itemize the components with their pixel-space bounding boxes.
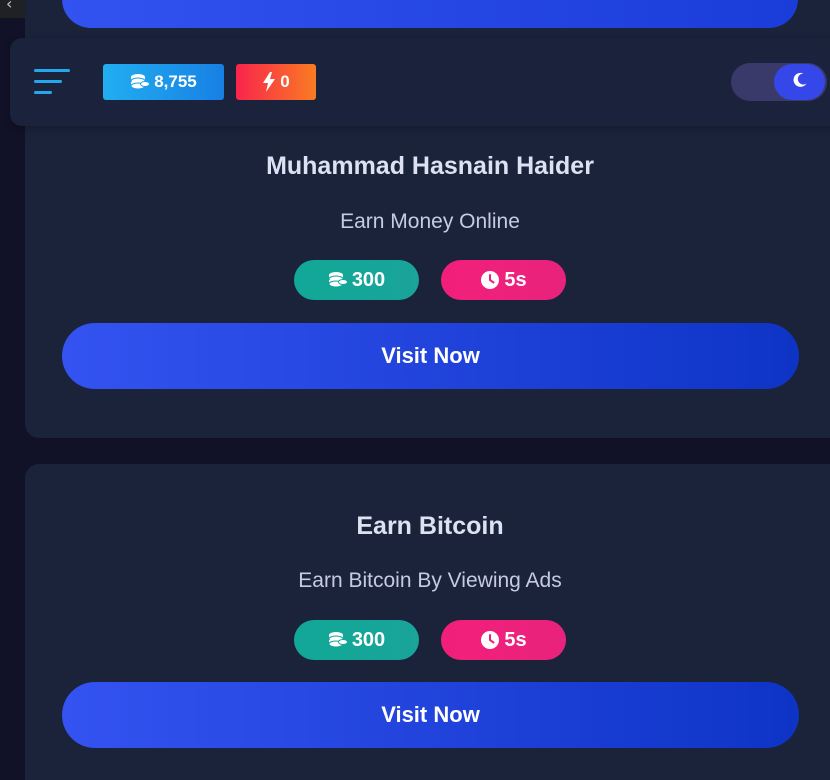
duration-value: 5s xyxy=(504,268,527,291)
duration-badge: 5s xyxy=(441,260,566,300)
coins-icon xyxy=(328,631,348,649)
theme-toggle[interactable] xyxy=(731,63,827,101)
offer-title: Muhammad Hasnain Haider xyxy=(266,152,594,180)
previous-visit-button[interactable] xyxy=(62,0,798,28)
lightning-icon xyxy=(262,72,276,92)
visit-now-button[interactable]: Visit Now xyxy=(62,323,799,389)
reward-amount: 300 xyxy=(351,268,386,291)
moon-icon xyxy=(791,71,809,93)
clock-icon xyxy=(480,270,500,290)
clock-icon xyxy=(480,630,500,650)
visit-now-button[interactable]: Visit Now xyxy=(62,682,799,748)
theme-toggle-knob xyxy=(774,64,825,100)
coins-icon xyxy=(328,271,348,289)
offer-description: Earn Money Online xyxy=(340,210,520,233)
offer-description: Earn Bitcoin By Viewing Ads xyxy=(298,569,562,592)
menu-icon[interactable] xyxy=(34,69,72,95)
reward-amount: 300 xyxy=(351,628,386,651)
reward-badge: 300 xyxy=(294,260,419,300)
energy-value: 0 xyxy=(280,72,290,91)
offer-card: Earn Bitcoin Earn Bitcoin By Viewing Ads… xyxy=(25,464,830,780)
offer-title: Earn Bitcoin xyxy=(356,512,504,540)
offer-card: Muhammad Hasnain Haider Earn Money Onlin… xyxy=(25,100,830,438)
coin-balance-value: 8,755 xyxy=(154,72,197,91)
top-header: 8,755 0 xyxy=(10,38,830,126)
energy-badge: 0 xyxy=(236,64,316,100)
reward-badge: 300 xyxy=(294,620,419,660)
back-icon[interactable]: ‹ xyxy=(6,0,12,13)
coins-icon xyxy=(130,73,151,91)
duration-badge: 5s xyxy=(441,620,566,660)
duration-value: 5s xyxy=(504,628,527,651)
coin-balance-badge: 8,755 xyxy=(103,64,224,100)
